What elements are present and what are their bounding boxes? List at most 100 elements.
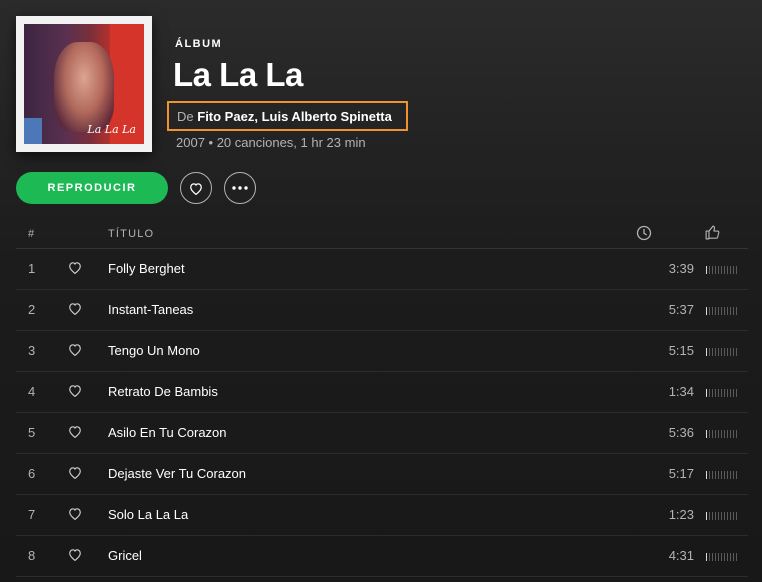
more-icon (232, 186, 248, 190)
track-row[interactable]: 5 Asilo En Tu Corazon 5:36 (16, 413, 748, 454)
popularity-tick (706, 348, 707, 356)
track-number: 2 (28, 302, 36, 317)
heart-icon[interactable] (68, 425, 82, 441)
popularity-tick (718, 553, 719, 561)
cover-signature: La La La (87, 123, 136, 136)
track-row[interactable]: 3 Tengo Un Mono 5:15 (16, 331, 748, 372)
popularity-tick (721, 471, 722, 479)
popularity-tick (733, 307, 734, 315)
heart-icon[interactable] (68, 343, 82, 359)
popularity-tick (730, 266, 731, 274)
track-title[interactable]: Tengo Un Mono (108, 343, 200, 358)
heart-icon[interactable] (68, 507, 82, 523)
popularity-tick (736, 553, 737, 561)
popularity-tick (709, 266, 710, 274)
artists-highlight: De Fito Paez, Luis Alberto Spinetta (167, 101, 408, 131)
track-number: 8 (28, 548, 36, 563)
track-title[interactable]: Solo La La La (108, 507, 188, 522)
popularity-tick (727, 553, 728, 561)
track-number: 6 (28, 466, 36, 481)
popularity-tick (709, 430, 710, 438)
popularity-tick (736, 307, 737, 315)
popularity-bar (706, 512, 737, 520)
popularity-tick (715, 553, 716, 561)
popularity-tick (724, 430, 725, 438)
popularity-tick (712, 512, 713, 520)
popularity-tick (709, 553, 710, 561)
track-table: # TÍTULO 1 Folly Berghet 3:39 2 Instant-Tane… (16, 220, 748, 577)
popularity-tick (709, 389, 710, 397)
popularity-tick (733, 389, 734, 397)
popularity-bar (706, 348, 737, 356)
album-type-label: ÁLBUM (175, 38, 223, 50)
track-row[interactable]: 7 Solo La La La 1:23 (16, 495, 748, 536)
popularity-tick (736, 471, 737, 479)
heart-icon[interactable] (68, 261, 82, 277)
popularity-tick (721, 512, 722, 520)
popularity-tick (718, 471, 719, 479)
clock-icon[interactable] (636, 225, 652, 244)
popularity-tick (709, 512, 710, 520)
track-title[interactable]: Folly Berghet (108, 261, 185, 276)
popularity-tick (733, 553, 734, 561)
popularity-tick (733, 266, 734, 274)
heart-icon[interactable] (68, 302, 82, 318)
popularity-tick (727, 389, 728, 397)
popularity-tick (706, 389, 707, 397)
popularity-tick (730, 348, 731, 356)
play-button[interactable]: REPRODUCIR (16, 172, 168, 204)
track-row[interactable]: 8 Gricel 4:31 (16, 536, 748, 577)
popularity-tick (712, 553, 713, 561)
popularity-tick (712, 348, 713, 356)
track-row[interactable]: 4 Retrato De Bambis 1:34 (16, 372, 748, 413)
header-title[interactable]: TÍTULO (108, 228, 154, 240)
track-row[interactable]: 6 Dejaste Ver Tu Corazon 5:17 (16, 454, 748, 495)
artist-link-fito-paez[interactable]: Fito Paez (197, 109, 254, 124)
popularity-tick (718, 307, 719, 315)
artist-link-spinetta[interactable]: Luis Alberto Spinetta (262, 109, 392, 124)
heart-icon[interactable] (68, 466, 82, 482)
popularity-tick (706, 471, 707, 479)
popularity-tick (733, 348, 734, 356)
track-title[interactable]: Dejaste Ver Tu Corazon (108, 466, 246, 481)
track-row[interactable]: 2 Instant-Taneas 5:37 (16, 290, 748, 331)
track-number: 1 (28, 261, 36, 276)
popularity-tick (727, 512, 728, 520)
popularity-tick (709, 348, 710, 356)
popularity-bar (706, 471, 737, 479)
popularity-bar (706, 430, 737, 438)
popularity-tick (709, 471, 710, 479)
popularity-tick (724, 471, 725, 479)
track-title[interactable]: Gricel (108, 548, 142, 563)
popularity-tick (730, 512, 731, 520)
track-title[interactable]: Instant-Taneas (108, 302, 193, 317)
popularity-tick (712, 307, 713, 315)
popularity-tick (730, 307, 731, 315)
track-number: 7 (28, 507, 36, 522)
heart-icon[interactable] (68, 548, 82, 564)
popularity-tick (706, 553, 707, 561)
more-options-button[interactable] (224, 172, 256, 204)
popularity-tick (730, 553, 731, 561)
track-duration: 4:31 (668, 548, 694, 563)
popularity-tick (718, 389, 719, 397)
popularity-tick (718, 512, 719, 520)
popularity-tick (724, 553, 725, 561)
save-album-button[interactable] (180, 172, 212, 204)
track-duration: 5:17 (668, 466, 694, 481)
popularity-tick (721, 553, 722, 561)
popularity-tick (724, 266, 725, 274)
track-duration: 3:39 (668, 261, 694, 276)
popularity-tick (724, 512, 725, 520)
track-number: 3 (28, 343, 36, 358)
track-title[interactable]: Retrato De Bambis (108, 384, 218, 399)
track-title[interactable]: Asilo En Tu Corazon (108, 425, 227, 440)
popularity-tick (724, 348, 725, 356)
heart-icon[interactable] (68, 384, 82, 400)
thumbs-up-icon[interactable] (704, 224, 721, 244)
popularity-tick (736, 266, 737, 274)
track-number: 5 (28, 425, 36, 440)
popularity-tick (706, 266, 707, 274)
track-row[interactable]: 1 Folly Berghet 3:39 (16, 249, 748, 290)
track-duration: 5:36 (668, 425, 694, 440)
